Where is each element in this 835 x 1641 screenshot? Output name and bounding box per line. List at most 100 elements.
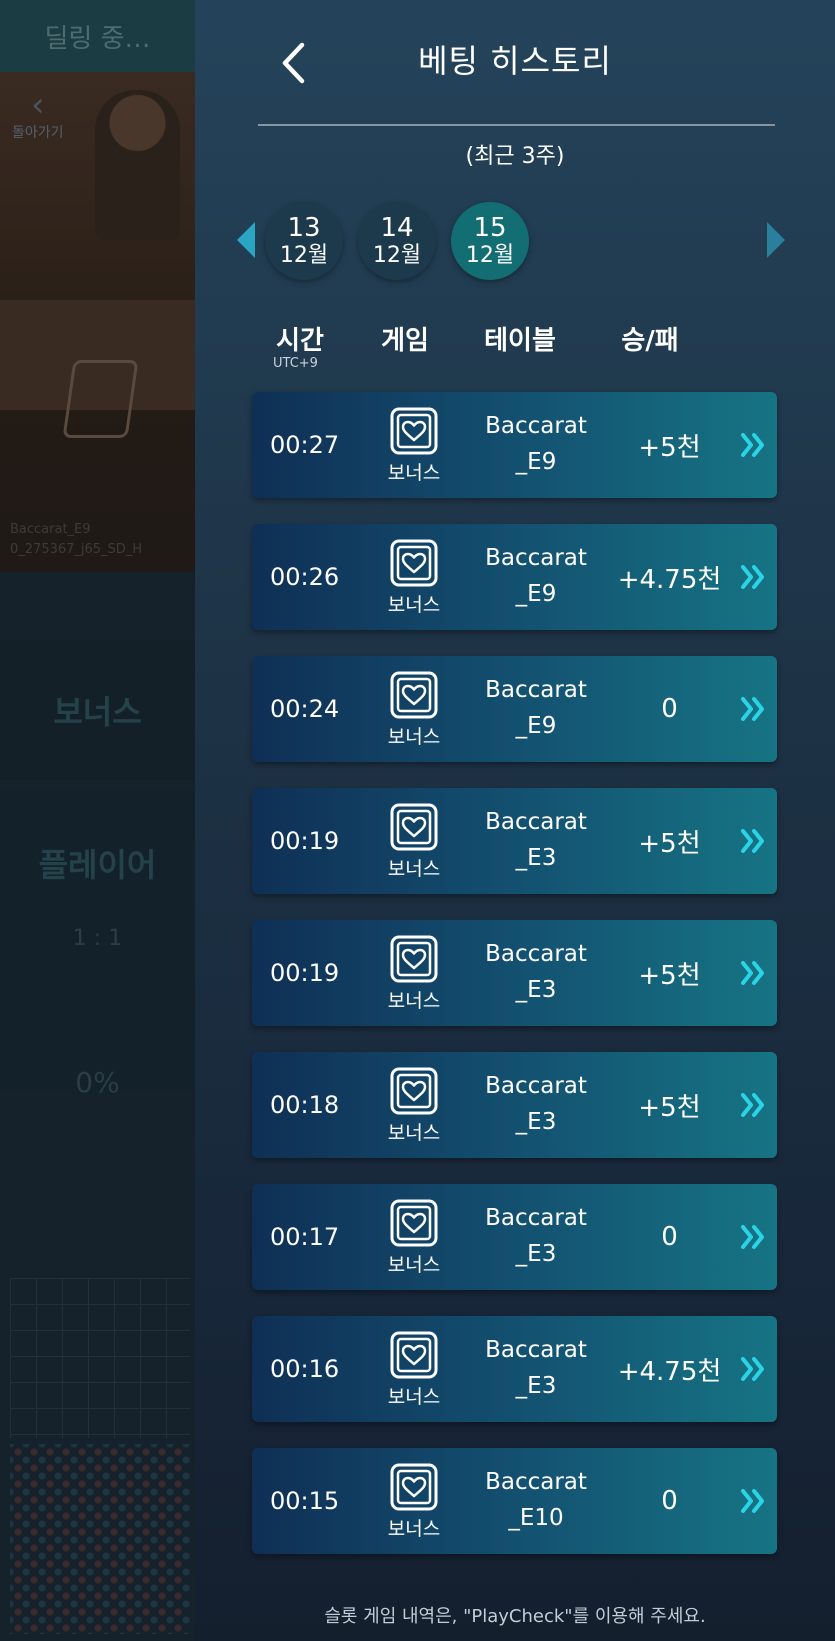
date-chip[interactable]: 14 12월 (358, 202, 436, 280)
card-heart-icon (390, 407, 438, 455)
column-header-time: 시간 (276, 326, 324, 356)
row-detail-button[interactable] (740, 1354, 768, 1384)
row-table-line2: _E9 (515, 713, 557, 739)
date-chip-selected[interactable]: 15 12월 (451, 202, 529, 280)
row-table-line2: _E10 (508, 1505, 564, 1531)
background-bonus-label: 보너스 (53, 693, 142, 731)
background-player-label: 플레이어 (38, 846, 157, 884)
betting-history-panel: 베팅 히스토리 (최근 3주) 13 12월 14 12월 15 12월 시간 … (195, 0, 835, 1641)
double-chevron-right-icon (741, 829, 764, 853)
row-table: Baccarat _E3 (477, 936, 595, 1008)
history-row[interactable]: 00:19 보너스 Baccarat _E3 +5천 (252, 788, 777, 894)
row-game: 보너스 (380, 1198, 448, 1277)
row-detail-button[interactable] (740, 1090, 768, 1120)
card-heart-icon (390, 539, 438, 587)
row-time: 00:27 (270, 431, 340, 459)
card-heart-icon (390, 803, 438, 851)
row-table-line1: Baccarat (485, 1337, 587, 1363)
history-row[interactable]: 00:15 보너스 Baccarat _E10 0 (252, 1448, 777, 1554)
row-table-line2: _E3 (515, 845, 557, 871)
row-game-label: 보너스 (387, 462, 441, 484)
row-game-label: 보너스 (387, 1518, 441, 1540)
history-row[interactable]: 00:26 보너스 Baccarat _E9 +4.75천 (252, 524, 777, 630)
column-header-result: 승/패 (621, 326, 679, 356)
row-table-line2: _E3 (515, 1241, 557, 1267)
row-game-label: 보너스 (387, 990, 441, 1012)
history-row[interactable]: 00:24 보너스 Baccarat _E9 0 (252, 656, 777, 762)
row-game-label: 보너스 (387, 1386, 441, 1408)
row-table: Baccarat _E3 (477, 1200, 595, 1272)
row-table-line1: Baccarat (485, 677, 587, 703)
row-detail-button[interactable] (740, 958, 768, 988)
row-table: Baccarat _E9 (477, 540, 595, 612)
prev-date-button[interactable] (237, 222, 255, 258)
double-chevron-right-icon (741, 1093, 764, 1117)
page-title: 베팅 히스토리 (418, 42, 612, 80)
row-game-label: 보너스 (387, 594, 441, 616)
double-chevron-right-icon (741, 1225, 764, 1249)
row-detail-button[interactable] (740, 694, 768, 724)
card-heart-icon (390, 1067, 438, 1115)
dealer-figure (95, 90, 180, 240)
date-selector: 13 12월 14 12월 15 12월 (195, 200, 835, 282)
row-table-line1: Baccarat (485, 941, 587, 967)
row-game: 보너스 (380, 670, 448, 749)
row-table: Baccarat _E3 (477, 1332, 595, 1404)
background-bonus-area: 보너스 (0, 640, 195, 780)
row-detail-button[interactable] (740, 1222, 768, 1252)
double-chevron-right-icon (741, 1489, 764, 1513)
date-month: 12월 (465, 243, 515, 268)
row-table-line2: _E3 (515, 977, 557, 1003)
row-table-line1: Baccarat (485, 545, 587, 571)
next-date-button[interactable] (767, 222, 785, 258)
footer-note: 슬롯 게임 내역은, "PlayCheck"를 이용해 주세요. (324, 1606, 706, 1627)
card-heart-icon (390, 671, 438, 719)
background-game-view: 딜링 중… ‹ 돌아가기 Baccarat_E9 0_275367_j65_SD… (0, 0, 195, 1641)
date-month: 12월 (372, 243, 422, 268)
bead-road (10, 1278, 190, 1438)
row-result: 0 (661, 694, 678, 724)
row-result: +4.75천 (617, 564, 722, 595)
row-detail-button[interactable] (740, 1486, 768, 1516)
row-game: 보너스 (380, 538, 448, 617)
row-detail-button[interactable] (740, 430, 768, 460)
dealing-status-text: 딜링 중… (44, 23, 151, 54)
double-chevron-right-icon (741, 565, 764, 589)
row-result: +5천 (638, 1092, 701, 1123)
double-chevron-right-icon (741, 433, 764, 457)
history-row[interactable]: 00:18 보너스 Baccarat _E3 +5천 (252, 1052, 777, 1158)
row-time: 00:26 (270, 563, 340, 591)
background-player-odds: 1 : 1 (72, 926, 123, 951)
row-table: Baccarat _E9 (477, 408, 595, 480)
row-table-line2: _E3 (515, 1373, 557, 1399)
period-label: (최근 3주) (465, 144, 565, 169)
history-list: 00:27 보너스 Baccarat _E9 +5천 00:26 보너스 Bac… (252, 392, 777, 1580)
row-result: +4.75천 (617, 1356, 722, 1387)
row-time: 00:19 (270, 959, 340, 987)
history-row[interactable]: 00:17 보너스 Baccarat _E3 0 (252, 1184, 777, 1290)
row-game-label: 보너스 (387, 1254, 441, 1276)
double-chevron-right-icon (741, 961, 764, 985)
row-result: +5천 (638, 960, 701, 991)
row-result: 0 (661, 1486, 678, 1516)
card-heart-icon (390, 1463, 438, 1511)
row-detail-button[interactable] (740, 562, 768, 592)
history-row[interactable]: 00:16 보너스 Baccarat _E3 +4.75천 (252, 1316, 777, 1422)
row-table-line2: _E3 (515, 1109, 557, 1135)
row-game-label: 보너스 (387, 726, 441, 748)
row-table-line1: Baccarat (485, 1205, 587, 1231)
history-row[interactable]: 00:27 보너스 Baccarat _E9 +5천 (252, 392, 777, 498)
history-row[interactable]: 00:19 보너스 Baccarat _E3 +5천 (252, 920, 777, 1026)
row-game: 보너스 (380, 1066, 448, 1145)
date-chip[interactable]: 13 12월 (265, 202, 343, 280)
row-game: 보너스 (380, 802, 448, 881)
row-time: 00:17 (270, 1223, 340, 1251)
double-chevron-right-icon (741, 697, 764, 721)
card-heart-icon (390, 1331, 438, 1379)
row-table: Baccarat _E10 (477, 1464, 595, 1536)
row-table: Baccarat _E9 (477, 672, 595, 744)
date-month: 12월 (279, 243, 329, 268)
card-heart-icon (390, 1199, 438, 1247)
background-back-button: ‹ 돌아가기 (12, 88, 64, 142)
row-detail-button[interactable] (740, 826, 768, 856)
